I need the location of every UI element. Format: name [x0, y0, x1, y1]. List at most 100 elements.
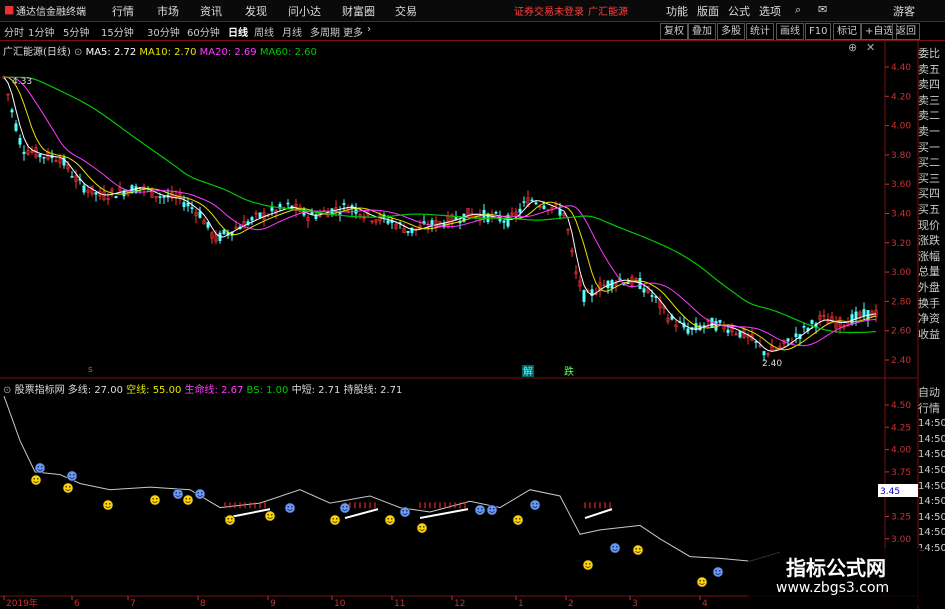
face-eye — [152, 498, 154, 500]
ma5-line — [3, 77, 877, 352]
price-tick-label: 4.20 — [891, 92, 911, 102]
face-eye — [639, 548, 641, 550]
sub-tick-label: 4.00 — [891, 446, 911, 456]
face-eye — [231, 518, 233, 520]
face-eye — [41, 466, 43, 468]
date-tick-label: 11 — [394, 599, 405, 609]
quote-field-label: 买二 — [918, 156, 940, 170]
face-eye — [185, 498, 187, 500]
tick-time: 14:50 — [918, 480, 945, 492]
candle-body — [854, 311, 858, 320]
smiley-sell-icon — [529, 499, 541, 511]
candle-body — [850, 314, 854, 325]
quote-field-label: 外盘 — [918, 280, 940, 294]
smiley-sell-icon — [66, 470, 78, 482]
date-tick-label: 2 — [568, 599, 574, 609]
price-tick-label: 3.00 — [891, 268, 911, 278]
face-eye — [519, 518, 521, 520]
face-eye — [179, 492, 181, 494]
candle-body — [190, 207, 194, 209]
face-eye — [33, 478, 35, 480]
tick-mode-label[interactable]: 行情 — [918, 401, 945, 417]
face-eye — [536, 503, 538, 505]
smiley-buy-icon — [264, 510, 276, 522]
candle-body — [114, 195, 118, 199]
candle-body — [502, 220, 506, 223]
face-eye — [69, 486, 71, 488]
candle-body — [802, 326, 806, 328]
hold-segment — [584, 508, 613, 519]
candle-body — [258, 212, 262, 218]
candle-body — [42, 156, 46, 159]
face-eye — [105, 503, 107, 505]
candle-body — [270, 207, 274, 212]
smiley-sell-icon — [172, 488, 184, 500]
candle-body — [38, 154, 42, 158]
quote-field-label: 总量 — [918, 265, 940, 279]
tick-panel: 自动 行情 14:50 14:50 14:50 14:50 14:50 14:50 14:50 1… — [918, 385, 945, 557]
tick-mode-label[interactable]: 自动 — [918, 385, 945, 401]
smiley-sell-icon — [609, 542, 621, 554]
face-eye — [423, 526, 425, 528]
quote-field-label: 涨跌 — [918, 234, 940, 248]
candle-body — [606, 280, 610, 289]
smiley-sell-icon — [34, 462, 46, 474]
candle-body — [158, 196, 162, 198]
face-eye — [332, 518, 335, 520]
candle-body — [406, 230, 410, 233]
candle-body — [714, 320, 718, 331]
ma10-line — [4, 76, 877, 351]
tick-time: 14:50 — [918, 527, 945, 539]
smiley-buy-icon — [696, 576, 708, 588]
smiley-buy-icon — [102, 499, 114, 511]
face-eye — [287, 506, 290, 508]
candle-body — [558, 209, 562, 216]
face-eye — [419, 526, 422, 528]
candle-body — [182, 202, 186, 208]
watermark-url: www.zbgs3.com — [776, 580, 890, 596]
date-tick-label: 1 — [518, 599, 524, 609]
candle-body — [810, 320, 814, 324]
candle-body — [410, 227, 414, 233]
candle-body — [642, 288, 646, 293]
face-eye — [515, 518, 517, 520]
face-eye — [699, 580, 701, 582]
tag1-label: 解 — [523, 365, 533, 378]
smiley-buy-icon — [416, 522, 428, 534]
face-eye — [37, 478, 39, 480]
quote-field-label: 买五 — [918, 202, 940, 216]
kline-chart[interactable]: 4.40 4.20 4.00 3.80 3.60 3.40 3.20 3.00 2.80 2.60… — [0, 0, 945, 609]
ma20-line — [4, 76, 877, 347]
face-eye — [715, 570, 717, 572]
hold-segment — [419, 508, 469, 520]
smiley-sell-icon — [474, 504, 486, 516]
quote-field-label: 卖五 — [918, 62, 940, 76]
candle-body — [342, 203, 346, 205]
candle-body — [522, 201, 526, 203]
price-tick-label: 4.00 — [891, 122, 911, 132]
candle-body — [650, 295, 654, 297]
candle-body — [22, 151, 26, 154]
quote-field-label: 委比 — [918, 47, 940, 60]
price-tick-label: 3.20 — [891, 239, 911, 249]
sub-tick-label: 4.50 — [891, 401, 911, 411]
candle-body — [10, 109, 14, 113]
face-eye — [493, 508, 495, 510]
smiley-buy-icon — [329, 514, 341, 526]
candle-body — [794, 333, 798, 337]
quote-field-label: 卖一 — [918, 124, 940, 138]
face-eye — [227, 518, 229, 520]
candle-body — [530, 199, 534, 202]
candle-body — [494, 211, 498, 214]
face-eye — [197, 492, 199, 494]
price-tick-label: 2.80 — [891, 297, 911, 307]
tick-time: 14:50 — [918, 418, 945, 430]
face-eye — [387, 518, 390, 520]
face-eye — [175, 492, 177, 494]
candle-body — [250, 217, 254, 221]
ma-lines-layer — [3, 76, 877, 352]
quote-field-label: 净资 — [918, 312, 940, 326]
face-eye — [201, 492, 203, 494]
indicator-line — [3, 395, 781, 562]
tick-time: 14:50 — [918, 464, 945, 476]
